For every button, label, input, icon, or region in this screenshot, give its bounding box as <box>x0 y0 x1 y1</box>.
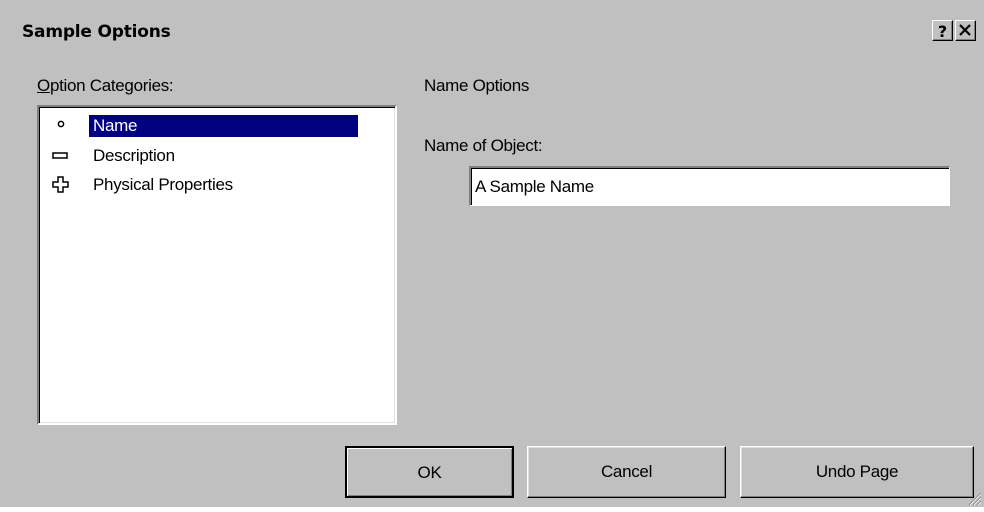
name-of-object-input[interactable]: A Sample Name <box>469 166 950 206</box>
list-item-label: Description <box>93 146 175 165</box>
undo-page-button[interactable]: Undo Page <box>740 446 974 498</box>
dialog-title: Sample Options <box>22 22 171 42</box>
list-item-label: Physical Properties <box>93 175 233 194</box>
help-button[interactable]: ? <box>932 20 953 41</box>
list-item-physical-properties[interactable]: Physical Properties <box>49 174 391 198</box>
option-categories-label: Option Categories: <box>37 76 174 95</box>
list-item-name[interactable]: Name <box>49 115 391 139</box>
cancel-button[interactable]: Cancel <box>527 446 726 498</box>
bullet-icon <box>49 115 73 139</box>
ok-button[interactable]: OK <box>345 446 514 498</box>
close-icon <box>959 24 971 36</box>
name-of-object-label: Name of Object: <box>424 136 543 155</box>
window-bottom-edge <box>0 507 984 512</box>
plus-box-icon <box>49 174 73 198</box>
option-categories-list[interactable]: Name Description Physical Properties <box>37 105 397 425</box>
panel-heading: Name Options <box>424 76 530 95</box>
dialog-window: Sample Options ? Option Categories: Name… <box>0 0 984 512</box>
minus-box-icon <box>49 145 73 169</box>
list-item-label: Name <box>89 115 358 137</box>
resize-grip-icon[interactable] <box>966 490 982 506</box>
close-button[interactable] <box>955 20 976 41</box>
list-item-description[interactable]: Description <box>49 145 391 169</box>
